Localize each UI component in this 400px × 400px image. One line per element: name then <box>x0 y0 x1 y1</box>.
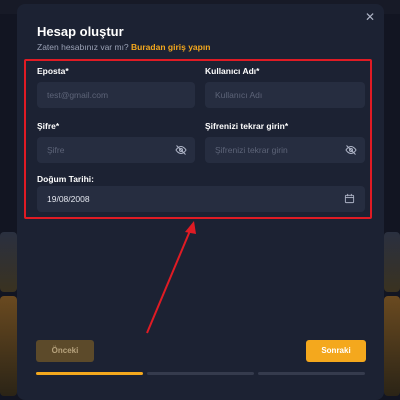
background-thumbnail <box>384 232 400 292</box>
login-link[interactable]: Buradan giriş yapın <box>131 42 210 52</box>
modal-title: Hesap oluştur <box>37 24 124 39</box>
step-indicator <box>147 372 254 375</box>
previous-button[interactable]: Önceki <box>36 340 94 362</box>
background-thumbnail <box>384 296 400 396</box>
close-icon[interactable]: ✕ <box>363 10 377 24</box>
annotation-highlight-box <box>24 59 372 219</box>
step-indicator-active <box>36 372 143 375</box>
subtitle-text: Zaten hesabınız var mı? <box>37 42 129 52</box>
step-indicator <box>258 372 365 375</box>
modal-subtitle: Zaten hesabınız var mı? Buradan giriş ya… <box>37 42 210 52</box>
next-button[interactable]: Sonraki <box>306 340 366 362</box>
background-thumbnail <box>0 296 17 396</box>
background-thumbnail <box>0 232 17 292</box>
